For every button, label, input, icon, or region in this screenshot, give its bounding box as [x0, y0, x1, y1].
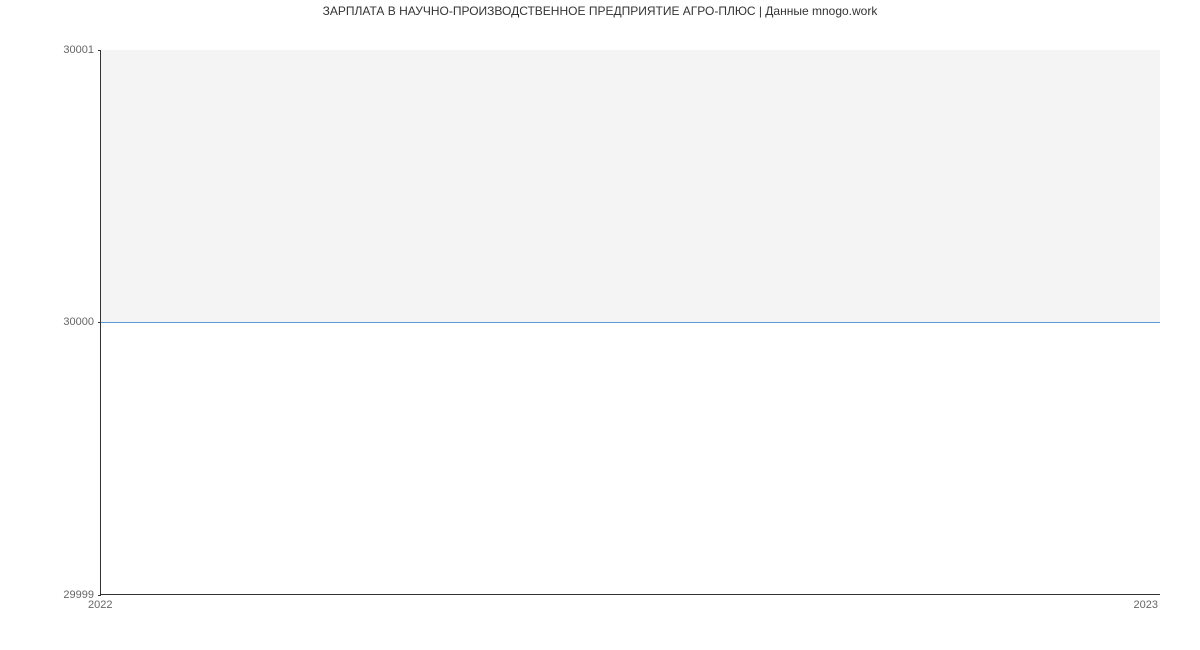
plot-background-lower [101, 322, 1160, 594]
salary-chart: ЗАРПЛАТА В НАУЧНО-ПРОИЗВОДСТВЕННОЕ ПРЕДП… [0, 0, 1200, 650]
x-tick-label-left: 2022 [88, 599, 112, 611]
y-tick-label-mid: 30000 [63, 316, 94, 328]
chart-title: ЗАРПЛАТА В НАУЧНО-ПРОИЗВОДСТВЕННОЕ ПРЕДП… [0, 4, 1200, 18]
y-tick-mark [98, 595, 101, 596]
x-tick-label-right: 2023 [1134, 599, 1158, 611]
plot-area [100, 50, 1160, 595]
data-line [101, 322, 1160, 323]
y-tick-label-top: 30001 [63, 44, 94, 56]
